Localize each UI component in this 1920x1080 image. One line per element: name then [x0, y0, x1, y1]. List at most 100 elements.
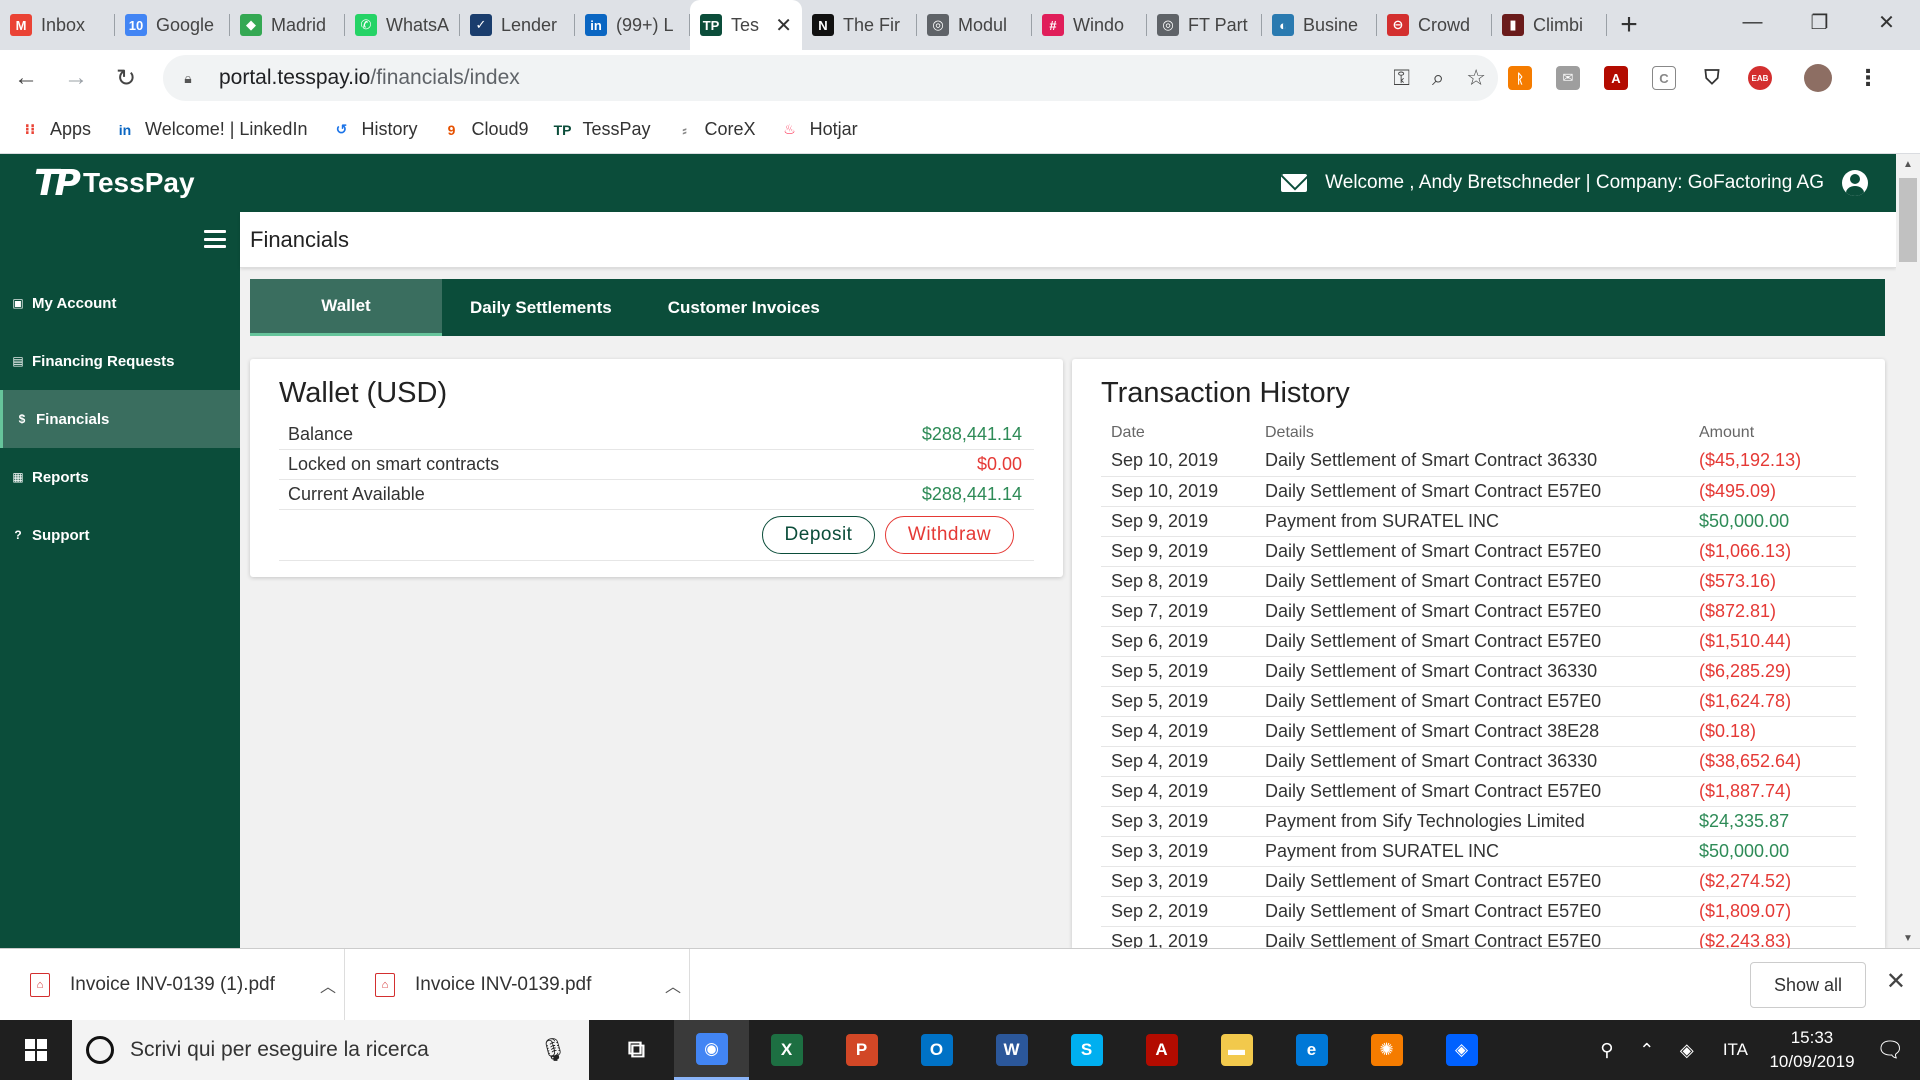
chevron-up-icon[interactable]: ︿ [665, 973, 681, 997]
browser-menu-icon[interactable]: ⋮ [1856, 65, 1880, 90]
show-all-downloads-button[interactable]: Show all [1750, 962, 1866, 1008]
zoom-icon[interactable]: ⌕ [1432, 65, 1444, 91]
browser-tab[interactable]: TP Tes ✕ [690, 0, 802, 50]
dropbox-taskbar-button[interactable]: ◈ [1424, 1020, 1499, 1080]
mail-icon[interactable] [1281, 174, 1308, 192]
close-downloads-icon[interactable]: ✕ [1886, 967, 1906, 996]
table-row[interactable]: Sep 10, 2019 Daily Settlement of Smart Co… [1101, 446, 1856, 477]
tab-daily-settlements[interactable]: Daily Settlements [442, 279, 640, 336]
download-item[interactable]: ⌂ Invoice INV-0139 (1).pdf ︿ [0, 948, 345, 1021]
browser-tab[interactable]: ◎ Modul [917, 0, 1032, 50]
dropbox-tray-icon[interactable]: ◈ [1667, 1040, 1707, 1061]
close-tab-icon[interactable]: ✕ [775, 13, 792, 38]
table-row[interactable]: Sep 10, 2019 Daily Settlement of Smart Co… [1101, 476, 1856, 507]
forward-icon[interactable]: → [52, 54, 100, 102]
notifications-icon[interactable]: 🗨︎ [1860, 1037, 1920, 1063]
table-row[interactable]: Sep 5, 2019 Daily Settlement of Smart Con… [1101, 656, 1856, 687]
sidebar-item-reports[interactable]: ▦ Reports [0, 448, 240, 506]
taskbar-search[interactable]: Scrivi qui per eseguire la ricerca 🎙︎ [72, 1020, 589, 1080]
table-row[interactable]: Sep 4, 2019 Daily Settlement of Smart Con… [1101, 776, 1856, 807]
start-button[interactable] [0, 1020, 72, 1080]
outlook-taskbar-button[interactable]: O [899, 1020, 974, 1080]
chevron-up-icon[interactable]: ︿ [320, 973, 336, 997]
bookmark-item[interactable]: 9 Cloud9 [441, 119, 529, 140]
back-icon[interactable]: ← [2, 54, 50, 102]
table-row[interactable]: Sep 2, 2019 Daily Settlement of Smart Con… [1101, 896, 1856, 927]
table-row[interactable]: Sep 8, 2019 Daily Settlement of Smart Con… [1101, 566, 1856, 597]
browser-tab[interactable]: ◆ Madrid [230, 0, 345, 50]
download-item[interactable]: ⌂ Invoice INV-0139.pdf ︿ [345, 948, 690, 1021]
file-explorer-taskbar-button[interactable]: ▬ [1199, 1020, 1274, 1080]
table-row[interactable]: Sep 9, 2019 Daily Settlement of Smart Con… [1101, 536, 1856, 567]
page-scrollbar[interactable]: ▲ ▼ [1896, 154, 1920, 948]
extension-adblock-icon[interactable]: EAB [1748, 66, 1772, 90]
sidebar-item-my-account[interactable]: ▣ My Account [0, 274, 240, 332]
browser-tab[interactable]: ✆ WhatsApp [345, 0, 460, 50]
star-icon[interactable]: ☆ [1466, 65, 1486, 91]
excel-taskbar-button[interactable]: X [749, 1020, 824, 1080]
bookmark-item[interactable]: in Welcome! | LinkedIn [115, 119, 308, 140]
url-text[interactable]: portal.tesspay.io/financials/index [219, 66, 520, 90]
bookmark-item[interactable]: TP TessPay [553, 119, 651, 140]
browser-tab[interactable]: ◎ FT Part [1147, 0, 1262, 50]
reload-icon[interactable]: ↻ [102, 54, 150, 102]
sidebar-item-support[interactable]: ? Support [0, 506, 240, 564]
powerpoint-taskbar-button[interactable]: P [824, 1020, 899, 1080]
acrobat-taskbar-button[interactable]: A [1124, 1020, 1199, 1080]
scroll-up-icon[interactable]: ▲ [1896, 154, 1920, 174]
tab-wallet[interactable]: Wallet [250, 279, 442, 336]
bookmark-item[interactable]: ♨ Hotjar [780, 119, 857, 140]
table-row[interactable]: Sep 7, 2019 Daily Settlement of Smart Con… [1101, 596, 1856, 627]
bookmark-item[interactable]: ↺ History [331, 119, 418, 140]
extension-clipper-icon[interactable]: C [1652, 66, 1676, 90]
address-bar[interactable]: 🔒︎ portal.tesspay.io/financials/index ⚿ … [163, 55, 1498, 101]
table-row[interactable]: Sep 3, 2019 Daily Settlement of Smart Con… [1101, 866, 1856, 897]
table-row[interactable]: Sep 9, 2019 Payment from SURATEL INC $50,0… [1101, 506, 1856, 537]
input-language[interactable]: ITA [1723, 1040, 1748, 1060]
browser-tab[interactable]: M Inbox [0, 0, 115, 50]
browser-tab[interactable]: 10 Google [115, 0, 230, 50]
table-row[interactable]: Sep 4, 2019 Daily Settlement of Smart Con… [1101, 716, 1856, 747]
browser-tab[interactable]: ✓ Lender [460, 0, 575, 50]
table-row[interactable]: Sep 4, 2019 Daily Settlement of Smart Con… [1101, 746, 1856, 777]
extension-mail-icon[interactable]: ✉ [1556, 66, 1580, 90]
app-orange-taskbar-button[interactable]: ✺ [1349, 1020, 1424, 1080]
people-icon[interactable]: ⚲ [1587, 1040, 1627, 1061]
extension-rss-icon[interactable]: ᚱ [1508, 66, 1532, 90]
tab-customer-invoices[interactable]: Customer Invoices [640, 279, 848, 336]
table-row[interactable]: Sep 6, 2019 Daily Settlement of Smart Con… [1101, 626, 1856, 657]
scroll-down-icon[interactable]: ▼ [1896, 928, 1920, 948]
minimize-icon[interactable]: — [1719, 0, 1786, 44]
bookmark-item[interactable]: ⸗ CoreX [675, 119, 755, 140]
browser-tab[interactable]: ⊖ Crowd [1377, 0, 1492, 50]
sidebar-item-financing-requests[interactable]: ▤ Financing Requests [0, 332, 240, 390]
task-view-taskbar-button[interactable]: ⧉ [599, 1020, 674, 1080]
withdraw-button[interactable]: Withdraw [885, 516, 1014, 554]
hamburger-menu-icon[interactable] [204, 230, 226, 248]
close-window-icon[interactable]: ✕ [1853, 0, 1920, 44]
key-icon[interactable]: ⚿ [1393, 65, 1410, 91]
chrome-taskbar-button[interactable]: ◉ [674, 1020, 749, 1080]
table-row[interactable]: Sep 5, 2019 Daily Settlement of Smart Con… [1101, 686, 1856, 717]
skype-taskbar-button[interactable]: S [1049, 1020, 1124, 1080]
user-account-icon[interactable] [1842, 170, 1868, 196]
browser-tab[interactable]: in (99+) L [575, 0, 690, 50]
browser-tab[interactable]: N The Fir [802, 0, 917, 50]
table-row[interactable]: Sep 1, 2019 Daily Settlement of Smart Con… [1101, 926, 1856, 948]
bookmark-item[interactable]: ⁝⁝ Apps [20, 119, 91, 140]
taskbar-clock[interactable]: 15:33 10/09/2019 [1764, 1026, 1860, 1074]
scrollbar-thumb[interactable] [1899, 178, 1917, 262]
tray-expand-icon[interactable]: ⌃ [1627, 1040, 1667, 1061]
extension-shield-icon[interactable]: ⛉ [1700, 66, 1724, 90]
edge-taskbar-button[interactable]: e [1274, 1020, 1349, 1080]
microphone-icon[interactable]: 🎙︎ [539, 1037, 567, 1063]
word-taskbar-button[interactable]: W [974, 1020, 1049, 1080]
new-tab-button[interactable]: + [1607, 0, 1651, 50]
extension-acrobat-icon[interactable]: A [1604, 66, 1628, 90]
profile-avatar-icon[interactable] [1804, 64, 1832, 92]
tesspay-logo[interactable]: TP TessPay [34, 163, 195, 204]
sidebar-item-financials[interactable]: $ Financials [0, 390, 240, 448]
table-row[interactable]: Sep 3, 2019 Payment from SURATEL INC $50,0… [1101, 836, 1856, 867]
browser-tab[interactable]: ◐ Busine [1262, 0, 1377, 50]
browser-tab[interactable]: ▮ Climbi [1492, 0, 1607, 50]
